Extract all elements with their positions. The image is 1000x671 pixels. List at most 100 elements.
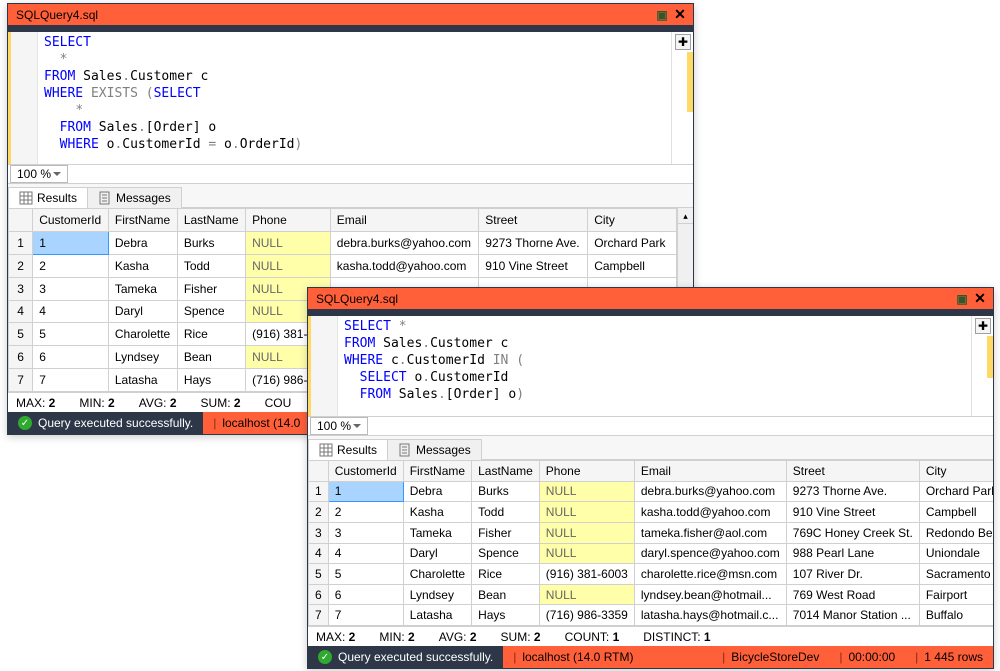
cell[interactable]: 1 xyxy=(33,231,109,254)
row-number[interactable]: 4 xyxy=(309,543,329,564)
cell[interactable]: NULL xyxy=(246,231,331,254)
column-header[interactable]: Phone xyxy=(246,209,331,232)
cell[interactable]: 769 West Road xyxy=(786,584,919,605)
sql-code[interactable]: SELECT * FROM Sales.Customer c WHERE EXI… xyxy=(38,32,671,164)
cell[interactable]: 5 xyxy=(328,564,403,585)
cell[interactable]: debra.burks@yahoo.com xyxy=(330,231,479,254)
cell[interactable]: Hays xyxy=(472,605,540,626)
cell[interactable]: 6 xyxy=(328,584,403,605)
sql-editor[interactable]: SELECT * FROM Sales.Customer c WHERE c.C… xyxy=(308,316,993,416)
tab-results[interactable]: Results xyxy=(308,439,388,460)
row-header-corner[interactable] xyxy=(309,461,329,482)
cell[interactable]: Bean xyxy=(177,346,245,369)
cell[interactable]: 3 xyxy=(33,277,109,300)
cell[interactable]: 769C Honey Creek St. xyxy=(786,522,919,543)
table-row[interactable]: 22KashaToddNULLkasha.todd@yahoo.com910 V… xyxy=(309,502,994,523)
cell[interactable]: 988 Pearl Lane xyxy=(786,543,919,564)
titlebar[interactable]: SQLQuery4.sql ▣ ✕ xyxy=(308,288,993,310)
tab-results[interactable]: Results xyxy=(8,187,88,208)
cell[interactable]: lyndsey.bean@hotmail... xyxy=(634,584,786,605)
table-row[interactable]: 22KashaToddNULLkasha.todd@yahoo.com910 V… xyxy=(9,254,677,277)
cell[interactable]: Campbell xyxy=(588,254,677,277)
column-header[interactable]: CustomerId xyxy=(328,461,403,482)
table-row[interactable]: 33TamekaFisherNULLtameka.fisher@aol.com7… xyxy=(309,522,994,543)
row-number[interactable]: 3 xyxy=(309,522,329,543)
sql-code[interactable]: SELECT * FROM Sales.Customer c WHERE c.C… xyxy=(338,316,971,416)
row-header-corner[interactable] xyxy=(9,209,33,232)
cell[interactable]: Redondo Be xyxy=(919,522,993,543)
cell[interactable]: Debra xyxy=(108,231,177,254)
cell[interactable]: Fisher xyxy=(177,277,245,300)
row-number[interactable]: 1 xyxy=(9,231,33,254)
cell[interactable]: Lyndsey xyxy=(108,346,177,369)
row-number[interactable]: 3 xyxy=(9,277,33,300)
cell[interactable]: Uniondale xyxy=(919,543,993,564)
cell[interactable]: Tameka xyxy=(108,277,177,300)
cell[interactable]: NULL xyxy=(246,254,331,277)
cell[interactable]: Tameka xyxy=(403,522,471,543)
sql-editor[interactable]: SELECT * FROM Sales.Customer c WHERE EXI… xyxy=(8,32,693,164)
column-header[interactable]: LastName xyxy=(177,209,245,232)
cell[interactable]: 9273 Thorne Ave. xyxy=(786,481,919,502)
column-header[interactable]: CustomerId xyxy=(33,209,109,232)
cell[interactable]: NULL xyxy=(539,522,634,543)
cell[interactable]: 6 xyxy=(33,346,109,369)
cell[interactable]: Daryl xyxy=(108,300,177,323)
table-row[interactable]: 55CharoletteRice(916) 381-6003charolette… xyxy=(309,564,994,585)
cell[interactable]: Burks xyxy=(472,481,540,502)
column-header[interactable]: Phone xyxy=(539,461,634,482)
close-icon[interactable]: ✕ xyxy=(971,290,989,307)
cell[interactable]: Buffalo xyxy=(919,605,993,626)
split-editor-icon[interactable]: ✚ xyxy=(975,318,991,334)
pin-icon[interactable]: ▣ xyxy=(653,8,671,22)
column-header[interactable]: City xyxy=(919,461,993,482)
cell[interactable]: Rice xyxy=(177,323,245,346)
table-row[interactable]: 77LatashaHays(716) 986-3359latasha.hays@… xyxy=(309,605,994,626)
cell[interactable]: tameka.fisher@aol.com xyxy=(634,522,786,543)
table-row[interactable]: 11DebraBurksNULLdebra.burks@yahoo.com927… xyxy=(309,481,994,502)
cell[interactable]: daryl.spence@yahoo.com xyxy=(634,543,786,564)
cell[interactable]: 107 River Dr. xyxy=(786,564,919,585)
cell[interactable]: 7 xyxy=(328,605,403,626)
cell[interactable]: NULL xyxy=(539,584,634,605)
column-header[interactable]: FirstName xyxy=(403,461,471,482)
cell[interactable]: NULL xyxy=(539,502,634,523)
table-row[interactable]: 66LyndseyBeanNULLlyndsey.bean@hotmail...… xyxy=(309,584,994,605)
cell[interactable]: Fairport xyxy=(919,584,993,605)
table-row[interactable]: 44DarylSpenceNULLdaryl.spence@yahoo.com9… xyxy=(309,543,994,564)
cell[interactable]: Sacramento xyxy=(919,564,993,585)
column-header[interactable]: Street xyxy=(786,461,919,482)
cell[interactable]: Orchard Park xyxy=(588,231,677,254)
cell[interactable]: kasha.todd@yahoo.com xyxy=(634,502,786,523)
cell[interactable]: Spence xyxy=(472,543,540,564)
cell[interactable]: debra.burks@yahoo.com xyxy=(634,481,786,502)
column-header[interactable]: Email xyxy=(330,209,479,232)
cell[interactable]: NULL xyxy=(539,481,634,502)
cell[interactable]: Bean xyxy=(472,584,540,605)
cell[interactable]: Todd xyxy=(472,502,540,523)
zoom-dropdown[interactable]: 100 % xyxy=(310,417,368,435)
cell[interactable]: Todd xyxy=(177,254,245,277)
column-header[interactable]: Street xyxy=(479,209,588,232)
column-header[interactable]: Email xyxy=(634,461,786,482)
row-number[interactable]: 7 xyxy=(9,369,33,392)
row-number[interactable]: 2 xyxy=(309,502,329,523)
cell[interactable]: Spence xyxy=(177,300,245,323)
cell[interactable]: 7 xyxy=(33,369,109,392)
close-icon[interactable]: ✕ xyxy=(671,6,689,23)
cell[interactable]: Daryl xyxy=(403,543,471,564)
pin-icon[interactable]: ▣ xyxy=(953,292,971,306)
cell[interactable]: NULL xyxy=(539,543,634,564)
cell[interactable]: Rice xyxy=(472,564,540,585)
titlebar[interactable]: SQLQuery4.sql ▣ ✕ xyxy=(8,4,693,26)
row-number[interactable]: 5 xyxy=(309,564,329,585)
cell[interactable]: 2 xyxy=(328,502,403,523)
cell[interactable]: 9273 Thorne Ave. xyxy=(479,231,588,254)
cell[interactable]: Kasha xyxy=(403,502,471,523)
cell[interactable]: (916) 381-6003 xyxy=(539,564,634,585)
column-header[interactable]: LastName xyxy=(472,461,540,482)
cell[interactable]: Latasha xyxy=(403,605,471,626)
cell[interactable]: Kasha xyxy=(108,254,177,277)
cell[interactable]: Latasha xyxy=(108,369,177,392)
cell[interactable]: Lyndsey xyxy=(403,584,471,605)
